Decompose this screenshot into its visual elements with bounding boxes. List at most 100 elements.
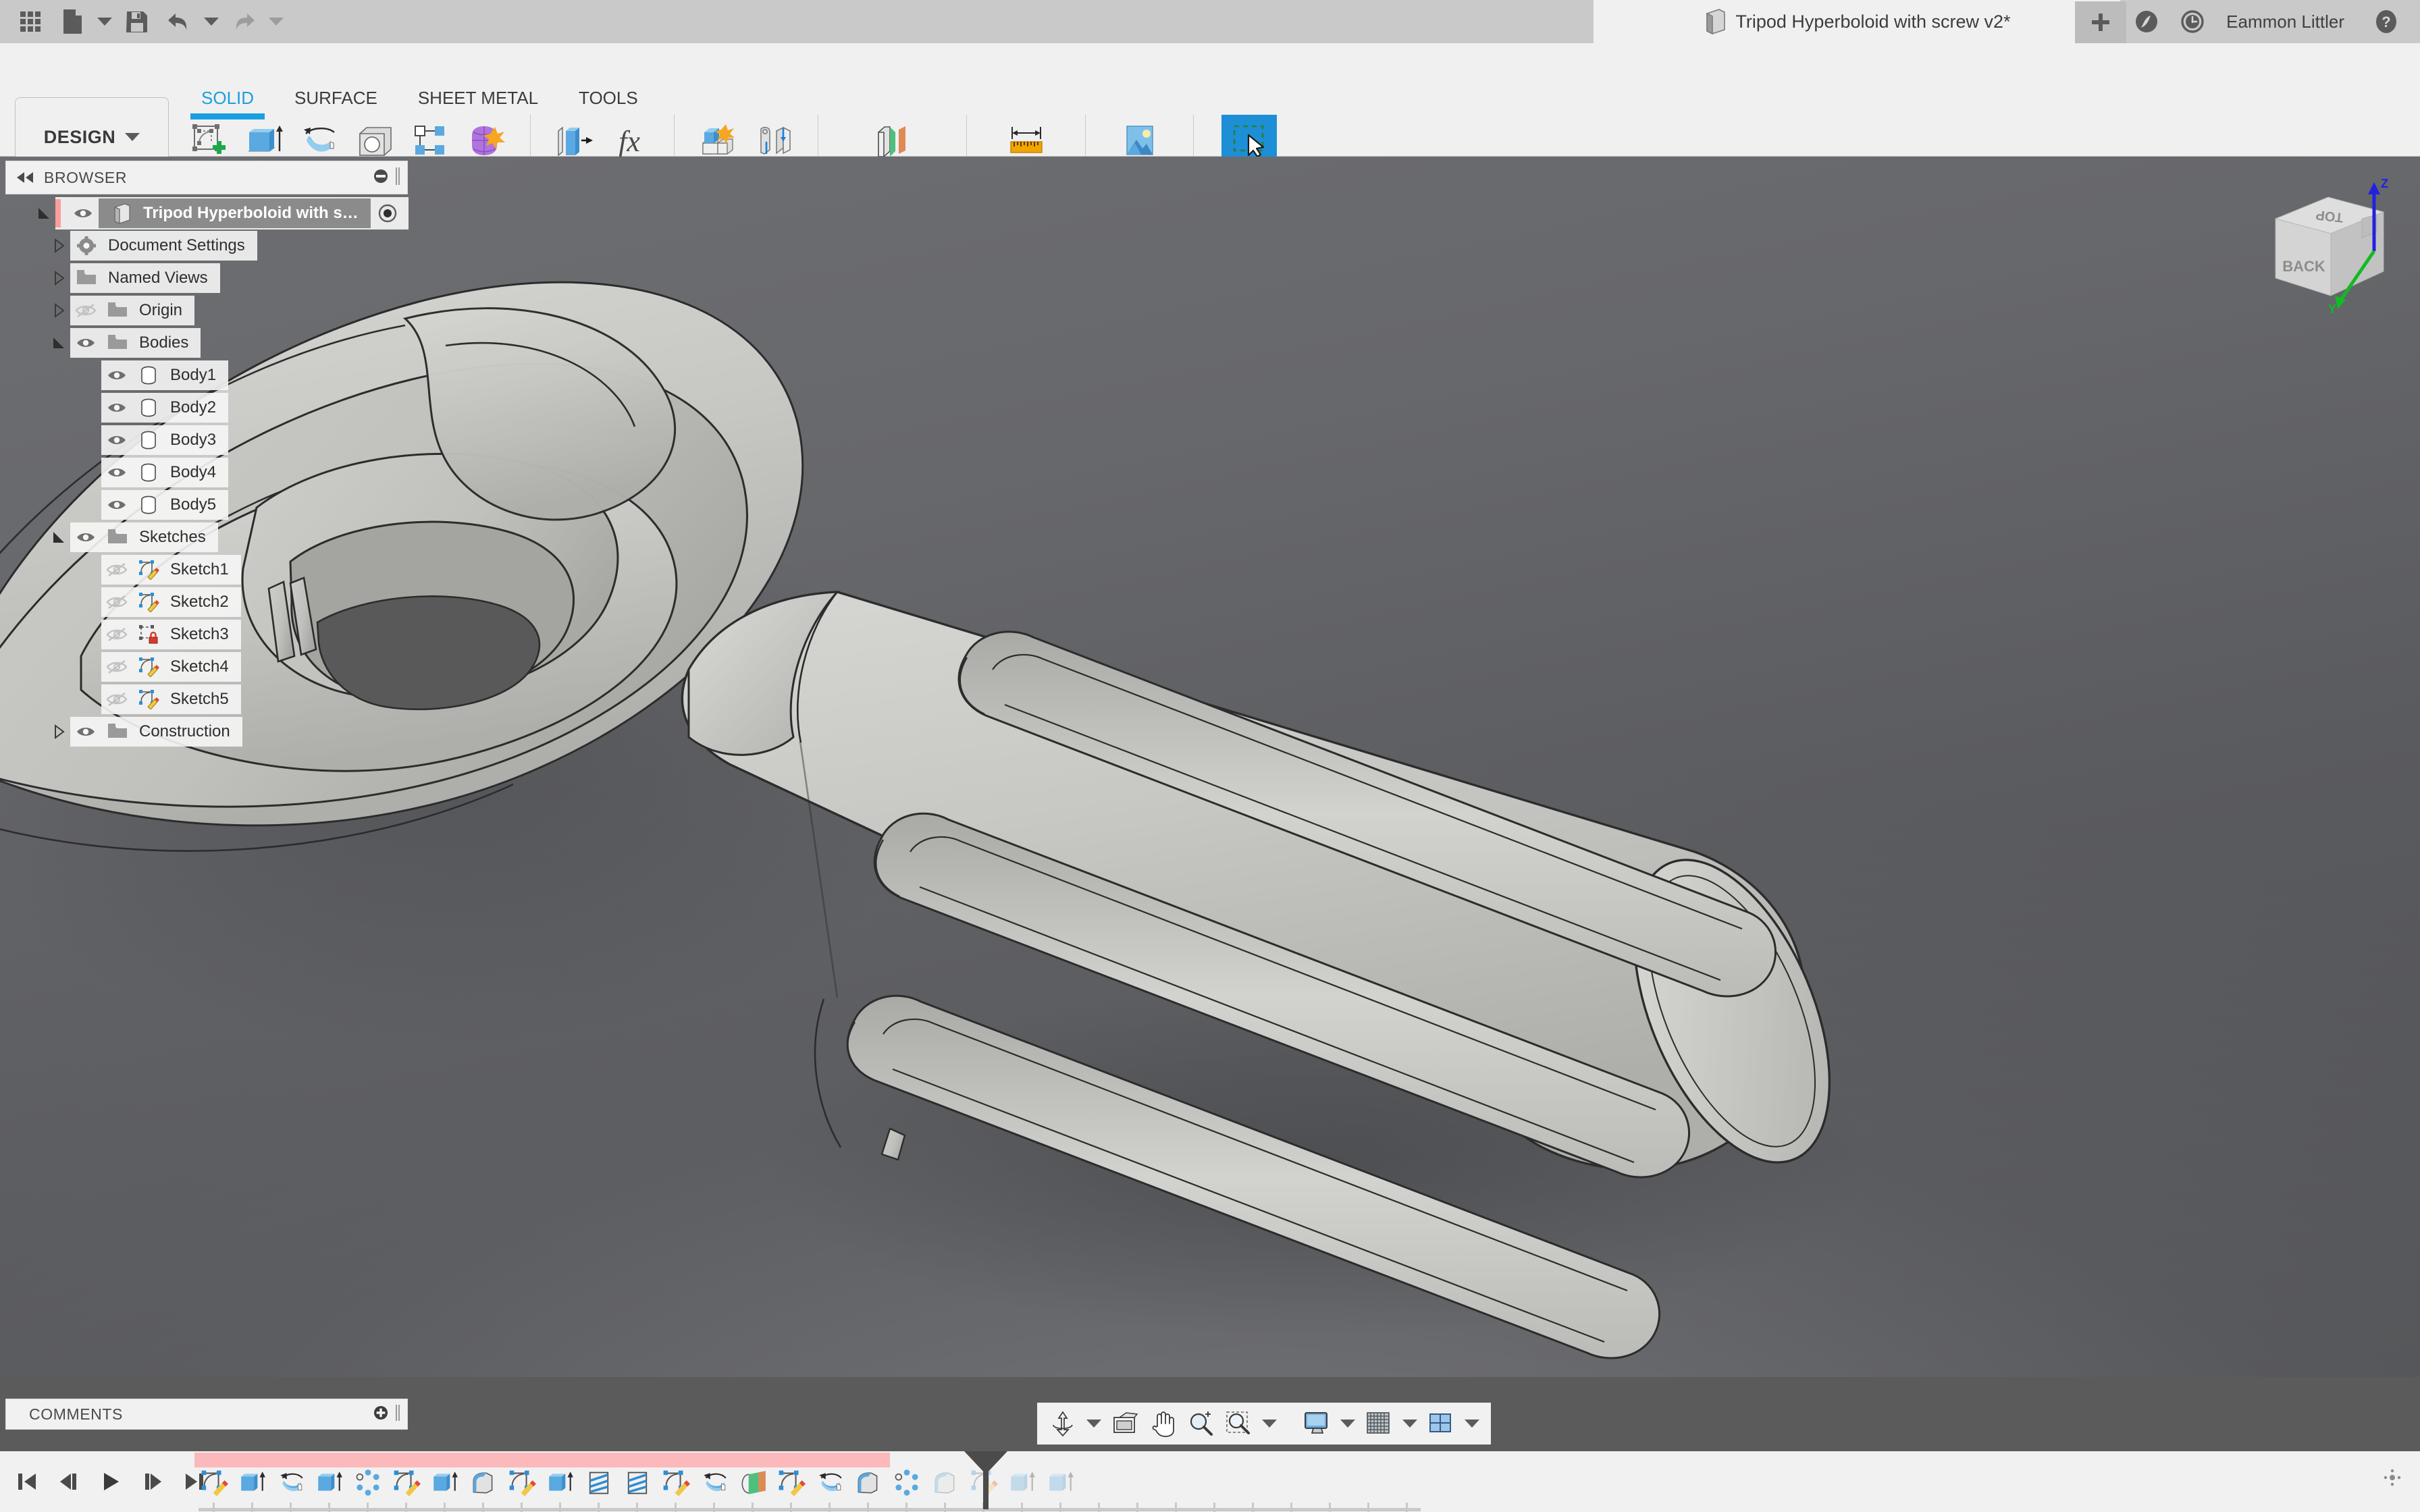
expander-expanded-icon[interactable] [47, 335, 70, 350]
visibility-hidden-icon[interactable] [101, 627, 132, 642]
timeline-feature-extrude[interactable] [310, 1463, 348, 1503]
timeline-feature-extrude[interactable] [233, 1463, 271, 1503]
timeline-feature-revolve[interactable] [271, 1463, 310, 1503]
timeline-step-back-button[interactable] [54, 1467, 84, 1496]
tree-item-sketch4[interactable]: Sketch4 [0, 651, 446, 683]
display-settings-dropdown-icon[interactable] [1336, 1405, 1360, 1442]
zoom-dropdown-icon[interactable] [1257, 1405, 1282, 1442]
zoom-icon[interactable] [1182, 1405, 1219, 1442]
tree-item-body3[interactable]: Body3 [0, 424, 446, 456]
add-comment-icon[interactable] [373, 1405, 388, 1424]
redo-dropdown-icon[interactable] [265, 0, 288, 43]
expander-expanded-icon[interactable] [47, 530, 70, 545]
timeline-feature-sketch[interactable] [194, 1463, 233, 1503]
pan-icon[interactable] [1144, 1405, 1182, 1442]
visibility-toggle-icon[interactable] [101, 401, 132, 414]
app-grid-icon[interactable] [9, 0, 51, 43]
visibility-toggle-icon[interactable] [70, 336, 101, 350]
timeline-feature-sketch[interactable] [772, 1463, 810, 1503]
save-icon[interactable] [116, 0, 158, 43]
expander-collapsed-icon[interactable] [47, 724, 70, 739]
expander-collapsed-icon[interactable] [47, 271, 70, 286]
undo-dropdown-icon[interactable] [200, 0, 223, 43]
activate-component-radio[interactable] [371, 203, 404, 223]
tree-item-body5[interactable]: Body5 [0, 489, 446, 521]
tree-item-sketch5[interactable]: Sketch5 [0, 683, 446, 716]
tree-item-sketches[interactable]: Sketches [0, 521, 446, 554]
visibility-toggle-icon[interactable] [101, 369, 132, 382]
timeline-marker[interactable] [964, 1451, 1007, 1509]
timeline-feature-revolve[interactable] [695, 1463, 733, 1503]
visibility-toggle-icon[interactable] [70, 531, 101, 544]
tree-item-root[interactable]: Tripod Hyperboloid with s… [0, 197, 446, 230]
timeline-feature-fillet[interactable] [926, 1463, 964, 1503]
viewports-icon[interactable] [1422, 1405, 1460, 1442]
timeline-feature-circular-pattern[interactable] [348, 1463, 387, 1503]
new-file-dropdown-icon[interactable] [93, 0, 116, 43]
visibility-hidden-icon[interactable] [70, 303, 101, 318]
visibility-hidden-icon[interactable] [101, 595, 132, 610]
panel-grip-icon[interactable] [395, 1404, 400, 1424]
tab-solid[interactable]: SOLID [181, 82, 274, 119]
comments-panel[interactable]: COMMENTS [5, 1399, 408, 1430]
help-icon[interactable]: ? [2365, 0, 2408, 43]
minimize-icon[interactable] [373, 169, 388, 187]
tab-tools[interactable]: TOOLS [558, 82, 658, 113]
timeline-feature-coil[interactable] [579, 1463, 618, 1503]
timeline-feature-circular-pattern[interactable] [887, 1463, 926, 1503]
tab-sheet-metal[interactable]: SHEET METAL [398, 82, 558, 113]
display-settings-icon[interactable] [1298, 1405, 1336, 1442]
timeline-go-start-button[interactable] [12, 1467, 42, 1496]
timeline-feature-offset-plane[interactable] [733, 1463, 772, 1503]
panel-grip-icon[interactable] [395, 167, 400, 188]
tree-item-sketch2[interactable]: Sketch2 [0, 586, 446, 618]
redo-icon[interactable] [223, 0, 265, 43]
view-cube[interactable]: BACK TOP Z Y [2248, 177, 2420, 319]
visibility-hidden-icon[interactable] [101, 659, 132, 674]
timeline-step-forward-button[interactable] [138, 1467, 167, 1496]
tree-item-sketch3[interactable]: Sketch3 [0, 618, 446, 651]
visibility-toggle-icon[interactable] [68, 207, 99, 220]
tree-item-body4[interactable]: Body4 [0, 456, 446, 489]
timeline-feature-revolve[interactable] [810, 1463, 849, 1503]
document-tab[interactable]: Tripod Hyperboloid with screw v2* × [1594, 0, 2120, 43]
timeline-feature-fillet[interactable] [464, 1463, 502, 1503]
timeline-feature-sketch[interactable] [656, 1463, 695, 1503]
timeline-track[interactable] [194, 1451, 2393, 1512]
look-at-icon[interactable] [1106, 1405, 1144, 1442]
collapse-left-icon[interactable] [6, 171, 44, 184]
visibility-toggle-icon[interactable] [70, 725, 101, 738]
expander-expanded-icon[interactable] [32, 206, 55, 221]
visibility-toggle-icon[interactable] [101, 498, 132, 512]
new-file-icon[interactable] [51, 0, 93, 43]
viewports-dropdown-icon[interactable] [1460, 1405, 1484, 1442]
grid-snaps-dropdown-icon[interactable] [1398, 1405, 1422, 1442]
timeline-feature-coil[interactable] [618, 1463, 656, 1503]
timeline-feature-sketch[interactable] [502, 1463, 541, 1503]
timeline-feature-sketch[interactable] [387, 1463, 425, 1503]
tree-item-named-views[interactable]: Named Views [0, 262, 446, 294]
visibility-toggle-icon[interactable] [101, 433, 132, 447]
grid-snaps-icon[interactable] [1360, 1405, 1398, 1442]
tab-surface[interactable]: SURFACE [274, 82, 398, 113]
zoom-window-icon[interactable] [1219, 1405, 1257, 1442]
tree-item-document-settings[interactable]: Document Settings [0, 230, 446, 262]
tree-item-sketch1[interactable]: Sketch1 [0, 554, 446, 586]
visibility-hidden-icon[interactable] [101, 562, 132, 577]
tree-item-bodies[interactable]: Bodies [0, 327, 446, 359]
timeline-feature-extrude[interactable] [541, 1463, 579, 1503]
tree-item-origin[interactable]: Origin [0, 294, 446, 327]
visibility-toggle-icon[interactable] [101, 466, 132, 479]
timeline-feature-fillet[interactable] [849, 1463, 887, 1503]
user-name[interactable]: Eammon Littler [2217, 11, 2362, 32]
timeline-feature-extrude[interactable] [1041, 1463, 1080, 1503]
timeline-feature-extrude[interactable] [1003, 1463, 1041, 1503]
undo-icon[interactable] [158, 0, 200, 43]
fusion-job-status-icon[interactable] [2125, 0, 2168, 43]
timeline-feature-extrude[interactable] [425, 1463, 464, 1503]
resize-grip-icon[interactable] [2384, 1469, 2401, 1490]
expander-collapsed-icon[interactable] [47, 303, 70, 318]
expander-collapsed-icon[interactable] [47, 238, 70, 253]
clock-recent-icon[interactable] [2171, 0, 2214, 43]
orbit-icon[interactable] [1044, 1405, 1082, 1442]
